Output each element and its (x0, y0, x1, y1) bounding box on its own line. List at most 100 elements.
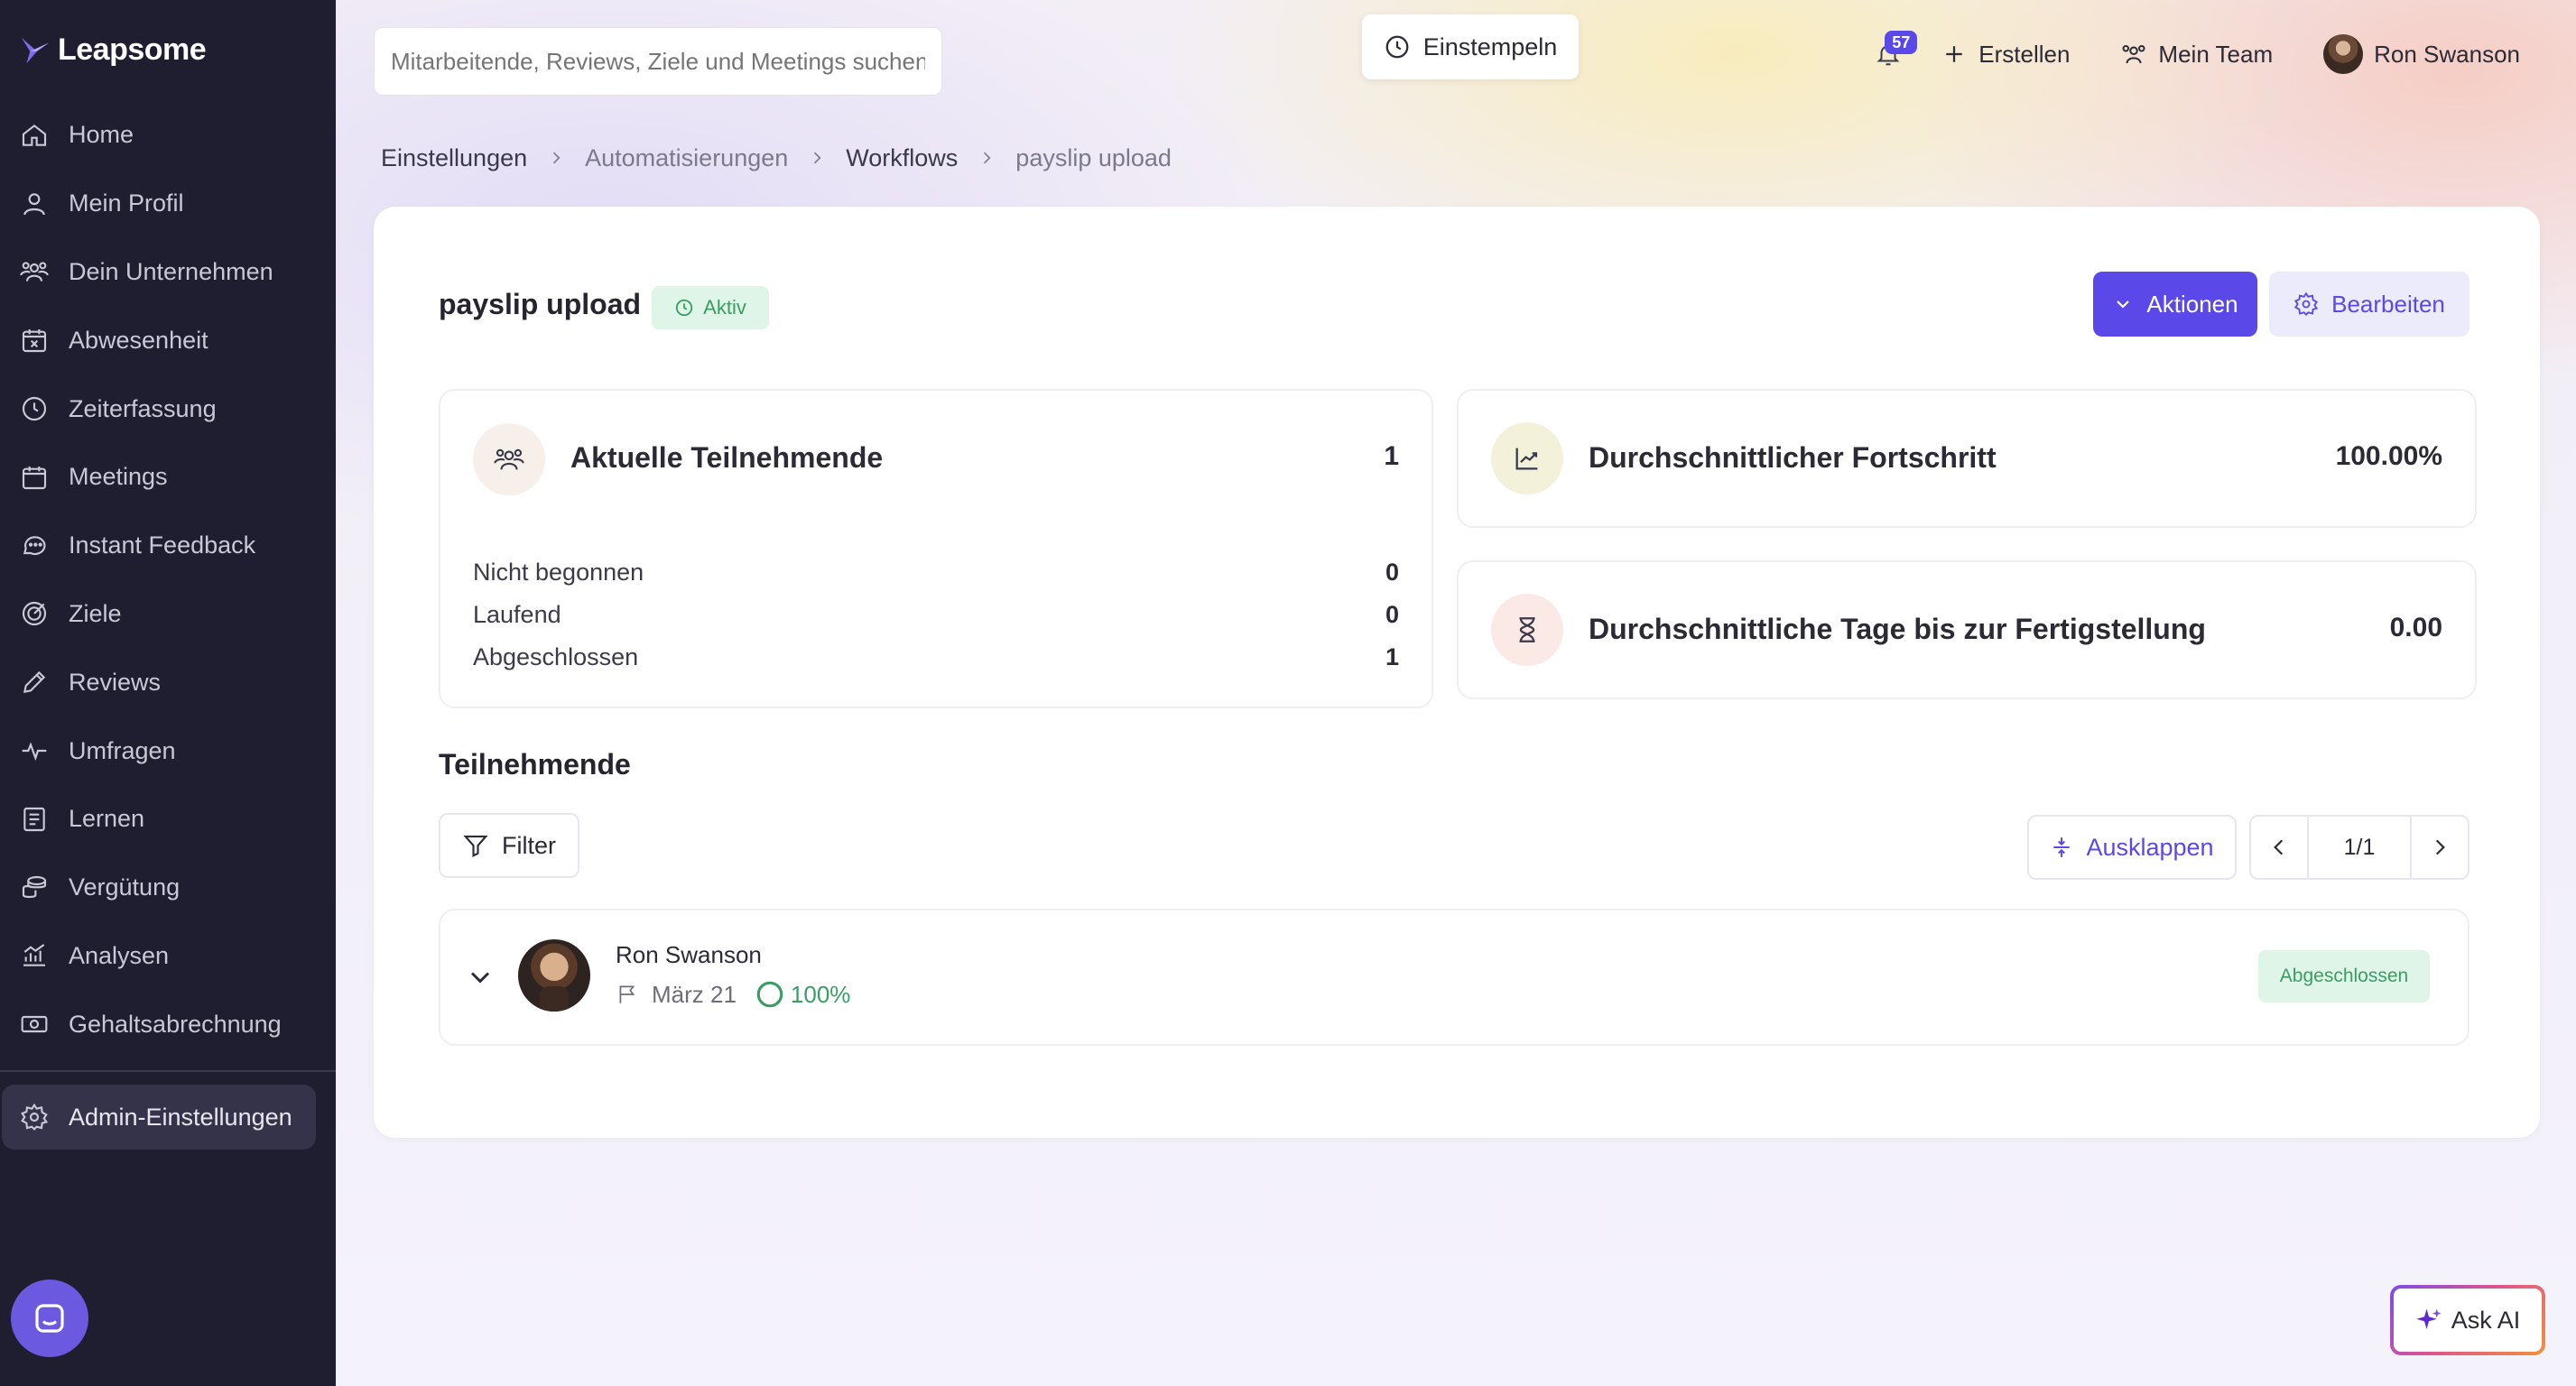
participant-date: März 21 (652, 980, 737, 1008)
sidebar-item-surveys[interactable]: Umfragen (0, 716, 336, 785)
people-icon (494, 448, 524, 470)
create-button[interactable]: Erstellen (1941, 41, 2070, 69)
cash-icon (21, 1016, 48, 1033)
stat-value: 1 (1384, 441, 1399, 471)
edit-button[interactable]: Bearbeiten (2269, 272, 2469, 337)
sidebar-item-label: Lernen (69, 805, 145, 833)
app-name: Leapsome (58, 32, 207, 67)
actions-label: Aktionen (2146, 290, 2238, 318)
target-icon (22, 602, 47, 626)
breadcrumb-settings[interactable]: Einstellungen (381, 144, 527, 172)
chevron-right-icon (2435, 839, 2445, 855)
breadcrumb: Einstellungen Automatisierungen Workflow… (381, 140, 1172, 176)
filter-label: Filter (502, 831, 556, 859)
sidebar-item-payroll[interactable]: Gehaltsabrechnung (0, 990, 336, 1058)
sidebar-item-profile[interactable]: Mein Profil (0, 170, 336, 238)
next-page-button[interactable] (2412, 817, 2468, 878)
pulse-icon (22, 742, 47, 762)
stat-value: 100.00% (2335, 441, 2442, 471)
sidebar-item-label: Home (69, 121, 134, 149)
sidebar-item-admin-settings[interactable]: Admin-Einstellungen (2, 1085, 316, 1150)
topbar-actions: 57 Erstellen Mein Team Ron Swanson (1861, 18, 2576, 90)
sidebar-item-home[interactable]: Home (0, 101, 336, 170)
sidebar-item-learning[interactable]: Lernen (0, 785, 336, 854)
participant-name[interactable]: Ron Swanson (616, 941, 762, 969)
sidebar-divider (0, 1070, 336, 1072)
sidebar-item-label: Admin-Einstellungen (69, 1103, 292, 1131)
sidebar-item-absence[interactable]: Abwesenheit (0, 306, 336, 374)
chevron-down-icon (2117, 300, 2130, 309)
stat-icon-wrapper (1491, 422, 1563, 494)
pagination: 1/1 (2249, 815, 2469, 880)
sidebar-item-label: Umfragen (69, 736, 176, 764)
sidebar-item-label: Gehaltsabrechnung (69, 1010, 282, 1038)
chevron-down-icon[interactable] (464, 961, 496, 993)
status-label: Aktiv (703, 296, 746, 319)
ask-ai-button[interactable]: Ask AI (2390, 1285, 2545, 1355)
gear-icon (2294, 291, 2319, 316)
breadcrumb-automations[interactable]: Automatisierungen (585, 144, 788, 172)
sidebar-item-goals[interactable]: Ziele (0, 580, 336, 649)
stat-value: 0.00 (2389, 613, 2442, 642)
breadcrumb-workflows[interactable]: Workflows (846, 144, 958, 172)
edit-label: Bearbeiten (2331, 290, 2445, 318)
my-team-button[interactable]: Mein Team (2120, 41, 2273, 69)
main-area: Einstempeln 57 Erstellen Mein Team Ron S… (336, 0, 2576, 1386)
sidebar-item-analytics[interactable]: Analysen (0, 922, 336, 991)
chat-icon (23, 535, 46, 555)
sidebar-item-compensation[interactable]: Vergütung (0, 854, 336, 922)
user-menu[interactable]: Ron Swanson (2323, 34, 2520, 74)
clock-in-button[interactable]: Einstempeln (1362, 14, 1579, 79)
user-icon (23, 192, 45, 216)
sidebar-item-time-tracking[interactable]: Zeiterfassung (0, 374, 336, 443)
stat-row-not-started: Nicht begonnen 0 (473, 559, 1399, 587)
stat-row-value: 1 (1385, 643, 1399, 670)
stat-card-progress: Durchschnittlicher Fortschritt 100.00% (1457, 389, 2477, 528)
create-label: Erstellen (1978, 40, 2071, 68)
sparkle-icon (2415, 1308, 2442, 1329)
breadcrumb-current: payslip upload (1015, 143, 1172, 171)
leapsome-logo[interactable]: Leapsome (18, 27, 207, 72)
team-icon (2122, 45, 2145, 64)
list-item[interactable]: Ron Swanson März 21 100% Abgeschlossen (439, 909, 2469, 1046)
expand-all-button[interactable]: Ausklappen (2027, 815, 2237, 880)
global-search-input[interactable] (374, 27, 942, 96)
sidebar-item-instant-feedback[interactable]: Instant Feedback (0, 512, 336, 580)
sidebar-item-label: Ziele (69, 599, 122, 627)
sidebar-item-reviews[interactable]: Reviews (0, 648, 336, 716)
previous-page-button[interactable] (2251, 817, 2307, 878)
page-indicator: 1/1 (2307, 817, 2412, 878)
sidebar: Leapsome Home Mein Profil Dein Unternehm… (0, 0, 336, 1386)
progress-ring-icon (756, 981, 783, 1008)
notifications-button[interactable]: 57 (1861, 27, 1918, 81)
chevron-right-icon (808, 149, 826, 167)
stat-row-label: Abgeschlossen (473, 643, 639, 670)
support-chat-button[interactable] (11, 1280, 88, 1357)
avatar (518, 939, 590, 1012)
stat-title: Durchschnittlicher Fortschritt (1589, 441, 1997, 474)
people-icon (20, 262, 49, 282)
flag-icon (619, 985, 635, 1003)
stat-icon-wrapper (1491, 594, 1563, 666)
sidebar-item-company[interactable]: Dein Unternehmen (0, 238, 336, 307)
sidebar-item-label: Dein Unternehmen (69, 257, 273, 285)
home-icon (22, 124, 47, 146)
book-icon (23, 807, 45, 831)
user-name: Ron Swanson (2374, 40, 2520, 68)
clock-icon (1385, 35, 1409, 59)
sidebar-item-label: Meetings (69, 463, 168, 491)
calendar-icon (22, 466, 47, 489)
stat-row-value: 0 (1385, 559, 1399, 586)
sidebar-item-meetings[interactable]: Meetings (0, 443, 336, 512)
stat-card-participants: Aktuelle Teilnehmende 1 Nicht begonnen 0… (439, 389, 1433, 708)
hourglass-icon (1519, 617, 1535, 642)
stat-title: Aktuelle Teilnehmende (570, 441, 884, 474)
sidebar-nav: Home Mein Profil Dein Unternehmen Abwese… (0, 101, 336, 1058)
sidebar-item-label: Abwesenheit (69, 326, 208, 354)
chevron-right-icon (978, 149, 996, 167)
stat-icon-wrapper (473, 423, 545, 495)
stat-row-completed: Abgeschlossen 1 (473, 643, 1399, 671)
actions-button[interactable]: Aktionen (2093, 272, 2257, 337)
filter-button[interactable]: Filter (439, 813, 579, 878)
trend-chart-icon (1515, 448, 1538, 470)
